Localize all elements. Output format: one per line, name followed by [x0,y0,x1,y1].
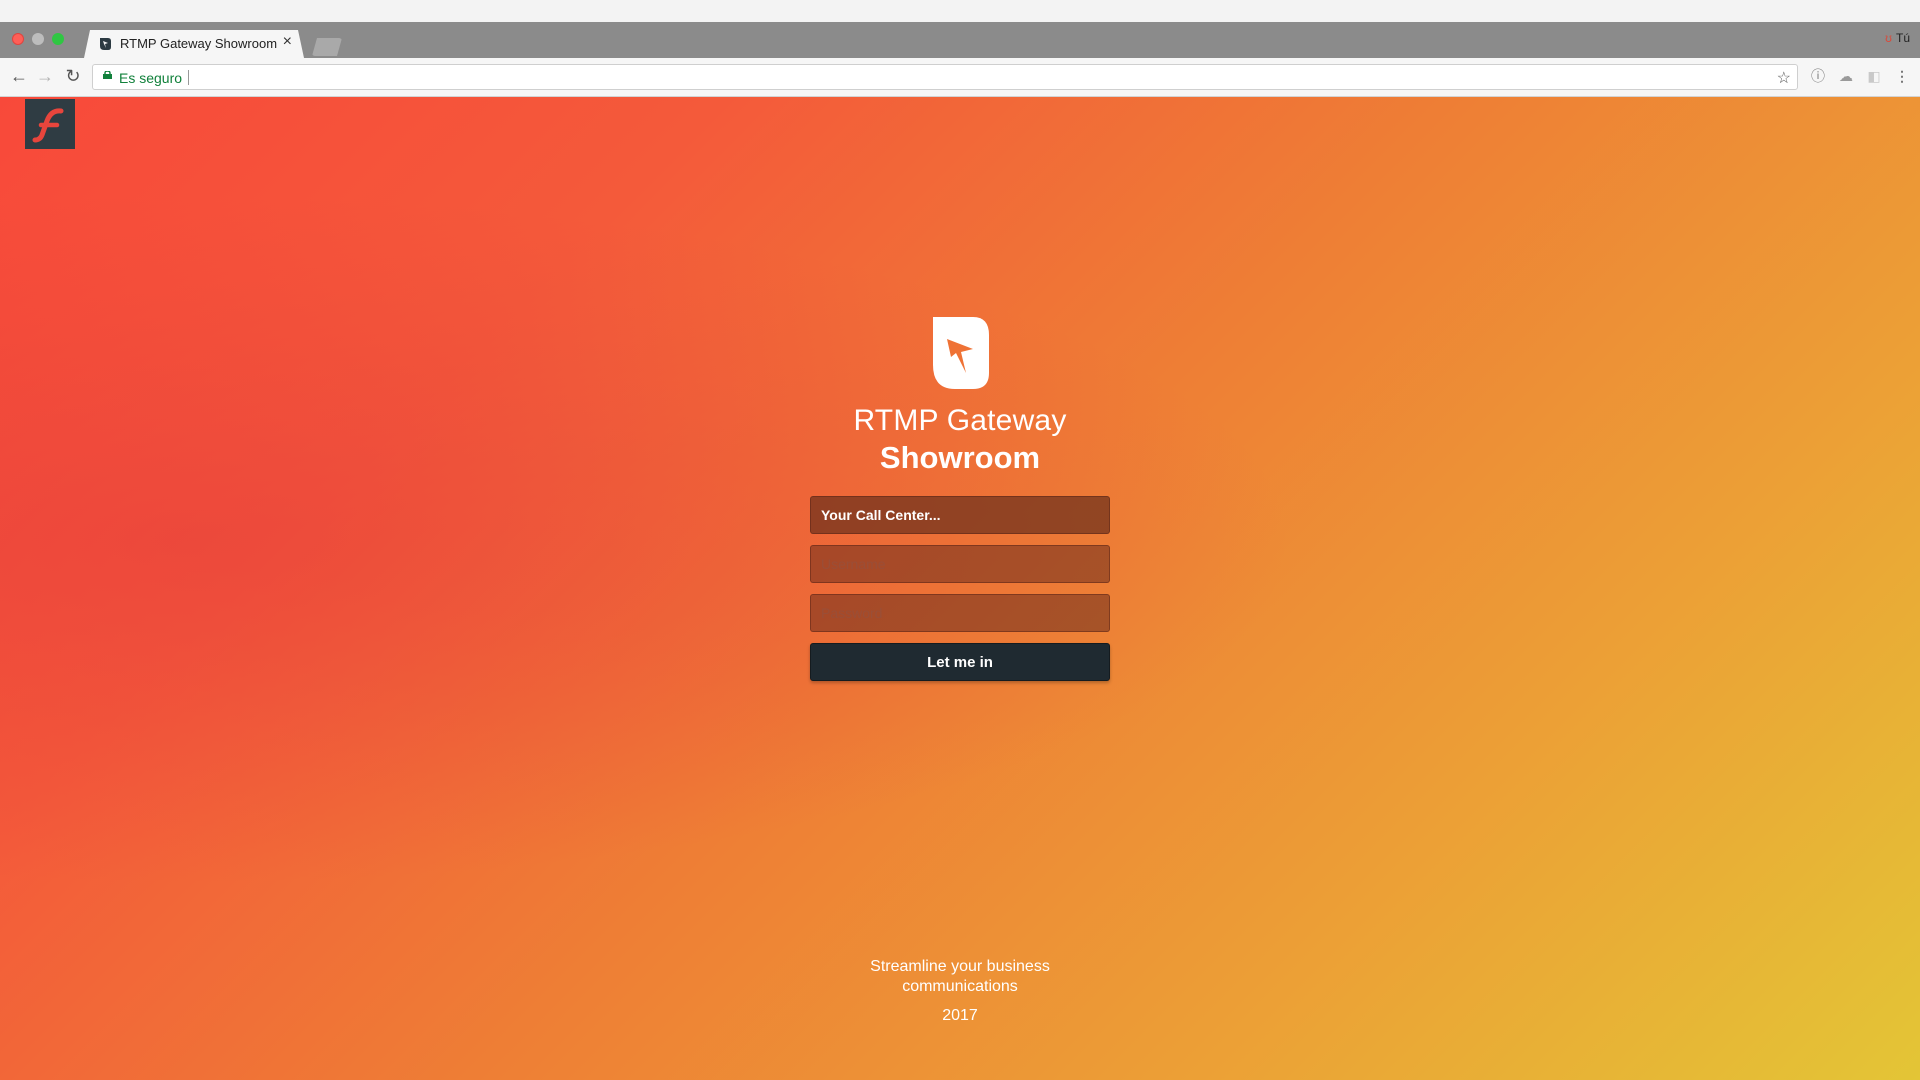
new-tab-button[interactable] [312,38,342,56]
reload-icon[interactable]: ↻ [62,66,84,87]
app-subtitle: Showroom [879,440,1041,475]
close-window-button[interactable] [12,33,24,45]
tagline-line1: Streamline your business [870,958,1050,975]
extension-cloud-icon[interactable]: ☁ [1838,68,1854,84]
tab-title: RTMP Gateway Showroom [120,36,278,51]
tagline-line2: communications [902,978,1018,995]
maximize-window-button[interactable] [52,33,64,45]
browser-menu-icon[interactable]: ⋮ [1894,68,1910,84]
password-field[interactable] [810,594,1110,632]
extension-info-icon[interactable]: ⓘ [1810,68,1826,84]
tab-bar: RTMP Gateway Showroom × ʊ Tú [0,22,1920,58]
window-top-strip [0,0,1920,22]
profile-icon: ʊ [1885,31,1892,45]
profile-button[interactable]: ʊ Tú [1885,31,1910,45]
flash-logo-icon [25,99,75,149]
lock-icon [103,71,112,79]
browser-toolbar: ← → ↻ Es seguro ☆ ⓘ ☁ ◧ ⋮ [0,58,1920,97]
close-tab-icon[interactable]: × [283,33,292,51]
tab-rtmp-gateway-showroom[interactable]: RTMP Gateway Showroom × [84,30,304,58]
secure-label: Es seguro [119,70,183,86]
tagline: Streamline your business communications [0,957,1920,997]
app-title: RTMP Gateway [853,404,1067,437]
url-text-cursor [188,70,189,85]
login-page: RTMP Gateway Showroom Let me in Streamli… [0,97,1920,1080]
address-bar[interactable]: Es seguro ☆ [92,64,1798,90]
bookmark-star-icon[interactable]: ☆ [1777,68,1791,88]
rtmp-gateway-logo-icon [933,317,989,389]
rtmp-logo-icon [98,37,112,51]
let-me-in-button[interactable]: Let me in [810,643,1110,681]
profile-label: Tú [1895,31,1910,45]
copyright-year: 2017 [942,1007,978,1024]
username-field[interactable] [810,545,1110,583]
extension-page-icon[interactable]: ◧ [1866,68,1882,84]
call-center-field[interactable] [810,496,1110,534]
back-arrow-icon[interactable]: ← [8,66,30,87]
minimize-window-button[interactable] [32,33,44,45]
forward-arrow-icon[interactable]: → [34,66,56,87]
